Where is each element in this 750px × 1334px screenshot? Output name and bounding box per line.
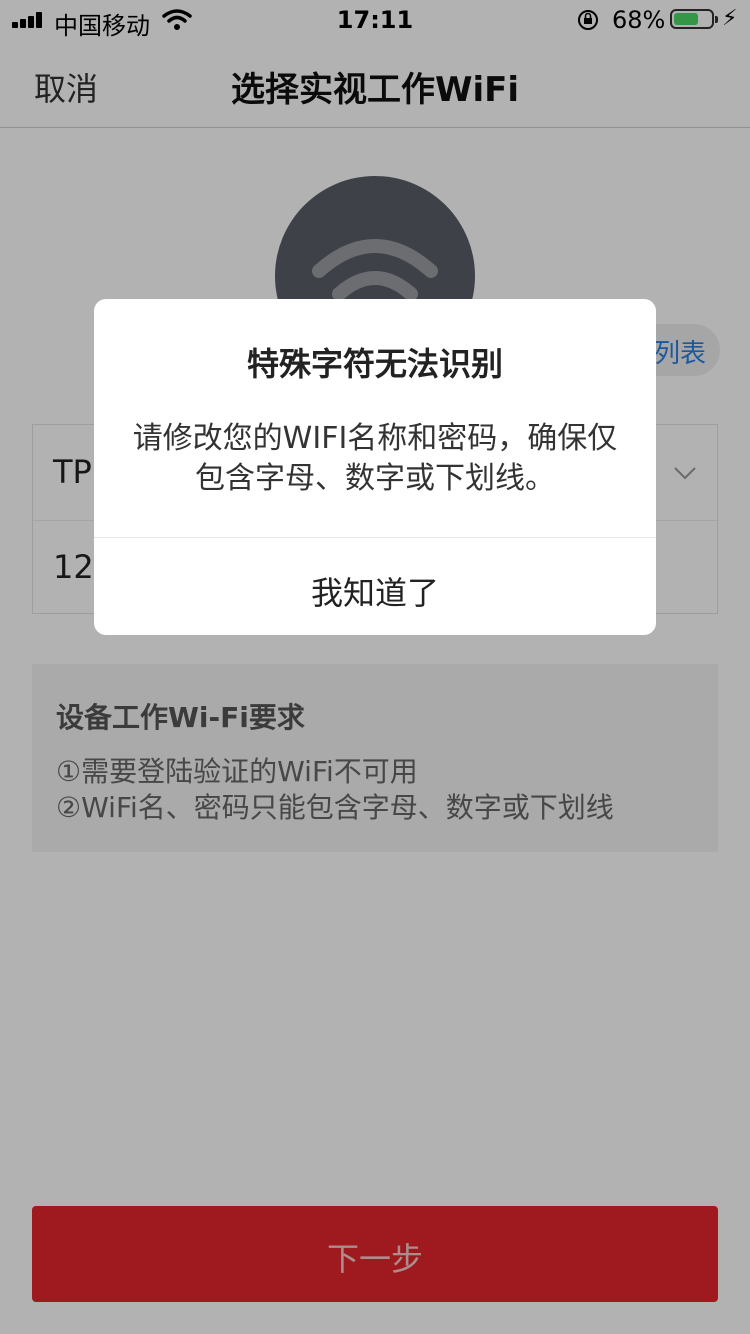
dialog-confirm-button[interactable]: 我知道了 [94,538,656,635]
dialog-title: 特殊字符无法识别 [246,345,503,383]
dialog-message: 请修改您的WIFI名称和密码，确保仅包含字母、数字或下划线。 [132,421,618,496]
modal-backdrop [0,0,750,1334]
alert-dialog: 特殊字符无法识别 请修改您的WIFI名称和密码，确保仅包含字母、数字或下划线。 … [94,299,656,635]
dialog-confirm-label: 我知道了 [310,574,439,612]
